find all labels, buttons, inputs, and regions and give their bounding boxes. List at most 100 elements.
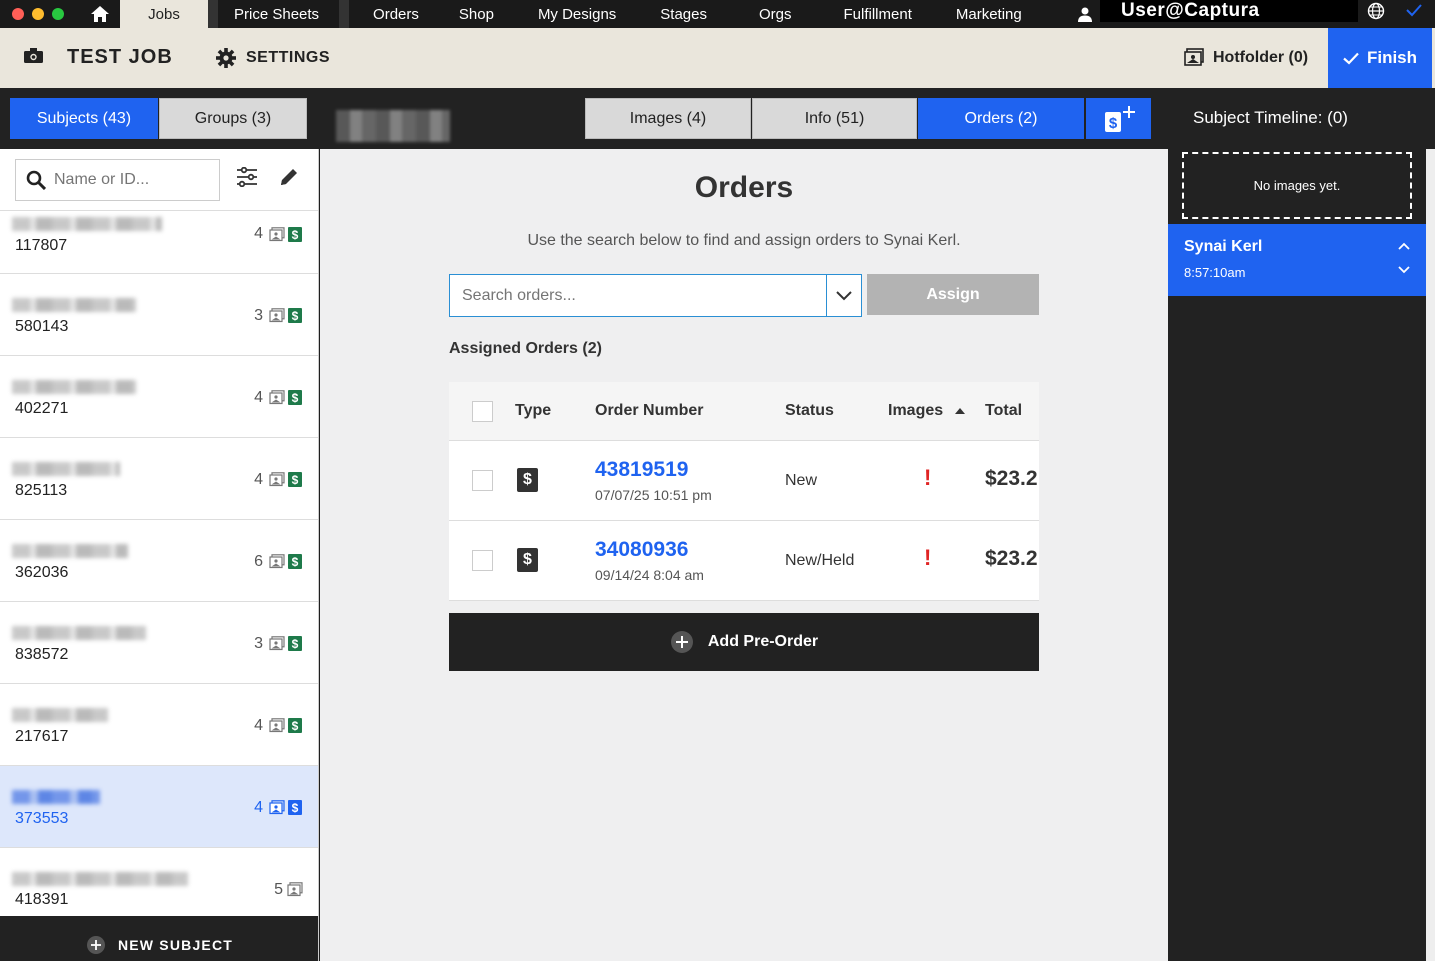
row-checkbox[interactable] bbox=[472, 470, 493, 491]
subject-id: 117807 bbox=[15, 237, 68, 254]
minimize-window-button[interactable] bbox=[32, 8, 44, 20]
window-controls bbox=[0, 8, 80, 20]
table-row: $ 43819519 07/07/25 10:51 pm New ! $23.2 bbox=[449, 441, 1039, 521]
column-order-number[interactable]: Order Number bbox=[595, 402, 703, 420]
order-dollar-icon: $ bbox=[288, 554, 302, 569]
row-checkbox[interactable] bbox=[472, 550, 493, 571]
subject-row-selected[interactable]: 373553 4 $ bbox=[0, 766, 318, 848]
order-search-input[interactable] bbox=[450, 275, 826, 316]
order-dollar-icon: $ bbox=[288, 390, 302, 405]
language-button[interactable] bbox=[1367, 2, 1385, 25]
redacted-name bbox=[12, 872, 188, 886]
tab-info[interactable]: Info (51) bbox=[752, 98, 917, 139]
gear-icon[interactable] bbox=[216, 48, 236, 73]
nav-tab-stages[interactable]: Stages bbox=[636, 0, 727, 28]
hotfolder-button[interactable]: Hotfolder (0) bbox=[1213, 49, 1308, 67]
tab-groups[interactable]: Groups (3) bbox=[159, 98, 307, 139]
subject-id: 580143 bbox=[15, 318, 69, 335]
user-icon bbox=[1078, 7, 1092, 22]
column-total[interactable]: Total bbox=[985, 402, 1022, 420]
job-title: TEST JOB bbox=[67, 46, 173, 68]
nav-tab-marketing[interactable]: Marketing bbox=[932, 0, 1042, 28]
subject-row[interactable]: 580143 3 $ bbox=[0, 274, 318, 356]
timeline-entry[interactable]: Synai Kerl 8:57:10am bbox=[1168, 224, 1426, 296]
camera-icon bbox=[24, 48, 43, 68]
order-search-dropdown[interactable] bbox=[826, 275, 861, 316]
subject-id: 373553 bbox=[15, 810, 69, 827]
orders-panel: Orders Use the search below to find and … bbox=[320, 149, 1168, 961]
image-count: 3 bbox=[254, 307, 263, 324]
image-icon bbox=[269, 227, 285, 242]
tabs-bar: Subjects (43) Groups (3) Images (4) Info… bbox=[0, 88, 1168, 149]
subject-row[interactable]: 117807 4 $ bbox=[0, 211, 318, 274]
order-dollar-icon: $ bbox=[288, 472, 302, 487]
nav-tab-fulfillment[interactable]: Fulfillment bbox=[812, 0, 932, 28]
new-subject-button[interactable]: NEW SUBJECT bbox=[0, 916, 318, 961]
dollar-icon: $ bbox=[517, 548, 538, 572]
tab-images[interactable]: Images (4) bbox=[585, 98, 751, 139]
order-dollar-icon: $ bbox=[288, 636, 302, 651]
image-icon bbox=[269, 308, 285, 323]
redacted-name bbox=[12, 462, 120, 476]
nav-tab-orders[interactable]: Orders bbox=[339, 0, 439, 28]
globe-icon bbox=[1367, 2, 1385, 20]
subject-search-input[interactable] bbox=[54, 171, 204, 189]
order-dollar-icon: $ bbox=[288, 800, 302, 815]
nav-tab-price-sheets[interactable]: Price Sheets bbox=[208, 0, 339, 28]
settings-button[interactable]: SETTINGS bbox=[246, 49, 330, 67]
pencil-icon[interactable] bbox=[279, 167, 299, 192]
chevron-up-icon[interactable] bbox=[1398, 242, 1410, 250]
image-icon bbox=[269, 800, 285, 815]
image-icon bbox=[269, 554, 285, 569]
table-row: $ 34080936 09/14/24 8:04 am New/Held ! $… bbox=[449, 521, 1039, 601]
order-number-link[interactable]: 43819519 bbox=[595, 458, 688, 482]
column-images-label: Images bbox=[888, 402, 944, 419]
tab-orders[interactable]: Orders (2) bbox=[918, 98, 1084, 139]
order-total: $23.2 bbox=[985, 467, 1038, 490]
subject-row[interactable]: 217617 4 $ bbox=[0, 684, 318, 766]
plus-circle-icon bbox=[86, 935, 105, 954]
new-subject-label: NEW SUBJECT bbox=[117, 936, 234, 953]
page-subtitle: Use the search below to find and assign … bbox=[527, 232, 961, 249]
column-images[interactable]: Images bbox=[888, 402, 966, 420]
add-order-tab-button[interactable]: $ bbox=[1086, 98, 1151, 139]
chevron-down-icon[interactable] bbox=[1398, 266, 1410, 274]
add-pre-order-button[interactable]: Add Pre-Order bbox=[449, 613, 1039, 671]
order-search-box[interactable] bbox=[449, 274, 862, 317]
assign-button[interactable]: Assign bbox=[867, 274, 1039, 315]
user-menu-button[interactable] bbox=[1078, 0, 1092, 28]
subject-row[interactable]: 825113 4 $ bbox=[0, 438, 318, 520]
image-icon bbox=[269, 718, 285, 733]
order-dollar-icon: $ bbox=[288, 227, 302, 242]
image-count: 4 bbox=[254, 471, 263, 488]
alert-icon: ! bbox=[924, 545, 932, 570]
subject-id: 217617 bbox=[15, 728, 69, 745]
image-count: 4 bbox=[254, 717, 263, 734]
subject-search-box[interactable] bbox=[15, 159, 220, 201]
filter-icon[interactable] bbox=[236, 166, 258, 192]
finish-button[interactable]: Finish bbox=[1328, 28, 1432, 88]
subject-row[interactable]: 362036 6 $ bbox=[0, 520, 318, 602]
maximize-window-button[interactable] bbox=[52, 8, 64, 20]
order-dollar-icon: $ bbox=[288, 308, 302, 323]
subject-row[interactable]: 838572 3 $ bbox=[0, 602, 318, 684]
timeline-empty-dropzone[interactable]: No images yet. bbox=[1182, 152, 1412, 219]
nav-tab-orgs[interactable]: Orgs bbox=[727, 0, 812, 28]
close-window-button[interactable] bbox=[12, 8, 24, 20]
finish-label: Finish bbox=[1366, 48, 1418, 67]
scrollbar-track[interactable] bbox=[1426, 149, 1435, 961]
order-number-link[interactable]: 34080936 bbox=[595, 538, 688, 562]
subject-row[interactable]: 402271 4 $ bbox=[0, 356, 318, 438]
nav-tab-jobs[interactable]: Jobs bbox=[120, 0, 208, 28]
page-title: Orders bbox=[694, 171, 794, 204]
select-all-checkbox[interactable] bbox=[472, 401, 493, 422]
hotfolder-icon bbox=[1184, 48, 1204, 71]
nav-tab-my-designs[interactable]: My Designs bbox=[514, 0, 636, 28]
tab-subjects[interactable]: Subjects (43) bbox=[10, 98, 158, 139]
timeline-time: 8:57:10am bbox=[1184, 265, 1246, 280]
column-status[interactable]: Status bbox=[785, 402, 834, 420]
home-icon bbox=[91, 6, 109, 22]
column-type: Type bbox=[515, 402, 552, 419]
nav-tab-shop[interactable]: Shop bbox=[439, 0, 514, 28]
home-button[interactable] bbox=[80, 0, 120, 28]
